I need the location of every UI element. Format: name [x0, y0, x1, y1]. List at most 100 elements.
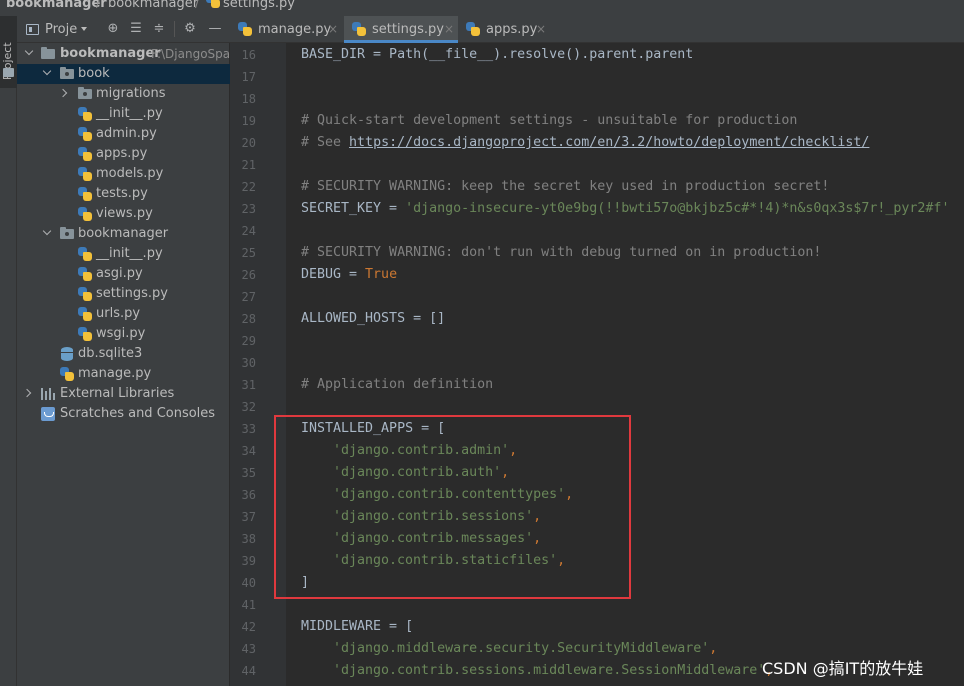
line-number: 24: [241, 224, 256, 238]
editor-tab-bar: manage.py × settings.py × apps.py ×: [230, 16, 964, 43]
python-file-icon: [78, 247, 92, 261]
tree-item-migrations[interactable]: migrations: [17, 84, 230, 104]
tree-item-label: __init__.py: [96, 246, 163, 261]
tree-item-file[interactable]: models.py: [17, 164, 230, 184]
code-comma: ,: [709, 641, 718, 656]
chevron-right-icon[interactable]: [58, 88, 68, 98]
close-icon[interactable]: ×: [536, 22, 546, 36]
string-literal: 'django.middleware.security.SecurityMidd…: [333, 641, 710, 656]
keyword-literal: True: [365, 267, 398, 282]
line-number: 38: [241, 532, 256, 546]
tree-item-file[interactable]: manage.py: [17, 364, 230, 384]
library-icon: [41, 388, 55, 400]
tree-item-file[interactable]: wsgi.py: [17, 324, 230, 344]
tree-item-file[interactable]: apps.py: [17, 144, 230, 164]
chevron-down-icon[interactable]: [42, 66, 52, 76]
line-number: 20: [241, 136, 256, 150]
breadcrumb: bookmanager / bookmanager / settings.py: [0, 0, 964, 16]
code-line-comment: # See https://docs.djangoproject.com/en/…: [301, 135, 869, 150]
scratch-icon: [41, 407, 55, 421]
breadcrumb-item-file[interactable]: settings.py: [223, 0, 295, 11]
tree-item-file[interactable]: __init__.py: [17, 244, 230, 264]
tab-manage-py[interactable]: manage.py ×: [230, 16, 344, 43]
python-file-icon: [78, 147, 92, 161]
tree-item-label: tests.py: [96, 186, 148, 201]
line-number: 32: [241, 400, 256, 414]
close-icon[interactable]: ×: [328, 22, 338, 36]
code-line: 'django.contrib.sessions.middleware.Sess…: [333, 663, 773, 678]
python-file-icon: [466, 22, 480, 36]
code-text: SECRET_KEY =: [301, 201, 406, 216]
tree-item-scratches[interactable]: Scratches and Consoles: [17, 404, 230, 424]
project-view-icon: [26, 24, 39, 35]
line-number: 37: [241, 510, 256, 524]
tree-item-label: apps.py: [96, 146, 148, 161]
tree-item-external-libraries[interactable]: External Libraries: [17, 384, 230, 404]
docs-link[interactable]: https://docs.djangoproject.com/en/3.2/ho…: [349, 135, 869, 150]
line-number: 16: [241, 48, 256, 62]
python-file-icon: [78, 187, 92, 201]
line-number: 17: [241, 70, 256, 84]
tool-window-strip: Project: [0, 16, 17, 686]
gear-icon[interactable]: ⚙: [182, 21, 198, 37]
tree-item-file[interactable]: views.py: [17, 204, 230, 224]
expand-all-icon[interactable]: ☰: [128, 21, 144, 37]
line-number: 35: [241, 466, 256, 480]
line-number: 34: [241, 444, 256, 458]
python-file-icon: [78, 307, 92, 321]
watermark: CSDN @搞IT的放牛娃: [762, 659, 924, 678]
tree-item-database[interactable]: db.sqlite3: [17, 344, 230, 364]
tree-item-file[interactable]: admin.py: [17, 124, 230, 144]
breadcrumb-separator: /: [96, 0, 101, 11]
close-icon[interactable]: ×: [444, 22, 454, 36]
tree-item-bookmanager-root[interactable]: bookmanager F:\DjangoSpa: [17, 44, 230, 64]
folder-icon: [78, 87, 92, 99]
tree-item-label: asgi.py: [96, 266, 143, 281]
project-panel: Proje ⊕ ☰ ≑ ⚙ — bookmanager F:\DjangoSpa…: [17, 16, 230, 686]
chevron-down-icon[interactable]: [42, 226, 52, 236]
tree-item-label: wsgi.py: [96, 326, 146, 341]
project-tool-tab[interactable]: Project: [0, 16, 17, 88]
tree-item-label: Scratches and Consoles: [60, 406, 216, 421]
chevron-right-icon[interactable]: [22, 388, 32, 398]
add-icon[interactable]: ⊕: [105, 21, 121, 37]
code-line: 'django.middleware.security.SecurityMidd…: [333, 641, 717, 656]
tree-item-bookmanager-package[interactable]: bookmanager: [17, 224, 230, 244]
tree-item-label: migrations: [96, 86, 166, 101]
python-file-icon: [206, 0, 220, 8]
string-literal: 'django-insecure-yt0e9bg(!!bwti57o@bkjbz…: [405, 201, 950, 216]
python-file-icon: [60, 367, 74, 381]
project-view-selector[interactable]: Proje: [45, 22, 77, 37]
line-number: 36: [241, 488, 256, 502]
line-number: 27: [241, 290, 256, 304]
tree-item-file[interactable]: tests.py: [17, 184, 230, 204]
breadcrumb-item-package[interactable]: bookmanager: [108, 0, 198, 11]
python-file-icon: [352, 22, 366, 36]
tree-item-file[interactable]: __init__.py: [17, 104, 230, 124]
tree-item-label: views.py: [96, 206, 153, 221]
tab-label: settings.py: [372, 22, 444, 37]
line-number: 31: [241, 378, 256, 392]
breadcrumb-item-project[interactable]: bookmanager: [6, 0, 107, 11]
tab-settings-py[interactable]: settings.py ×: [344, 16, 458, 43]
python-file-icon: [78, 107, 92, 121]
code-line-comment: # Application definition: [301, 377, 494, 392]
tree-item-file[interactable]: settings.py: [17, 284, 230, 304]
line-number: 19: [241, 114, 256, 128]
database-icon: [61, 347, 73, 361]
line-number: 39: [241, 554, 256, 568]
python-file-icon: [78, 267, 92, 281]
tree-item-book[interactable]: book: [17, 64, 230, 84]
folder-icon: [41, 47, 55, 59]
line-number: 18: [241, 92, 256, 106]
collapse-all-icon[interactable]: ≑: [151, 21, 167, 37]
tab-apps-py[interactable]: apps.py ×: [458, 16, 550, 43]
tree-item-label: db.sqlite3: [78, 346, 143, 361]
chevron-down-icon[interactable]: [81, 27, 87, 31]
chevron-down-icon[interactable]: [24, 46, 34, 56]
tree-item-file[interactable]: urls.py: [17, 304, 230, 324]
string-literal: 'django.contrib.sessions.middleware.Sess…: [333, 663, 766, 678]
minimize-icon[interactable]: —: [207, 21, 223, 37]
tree-item-file[interactable]: asgi.py: [17, 264, 230, 284]
line-number: 28: [241, 312, 256, 326]
